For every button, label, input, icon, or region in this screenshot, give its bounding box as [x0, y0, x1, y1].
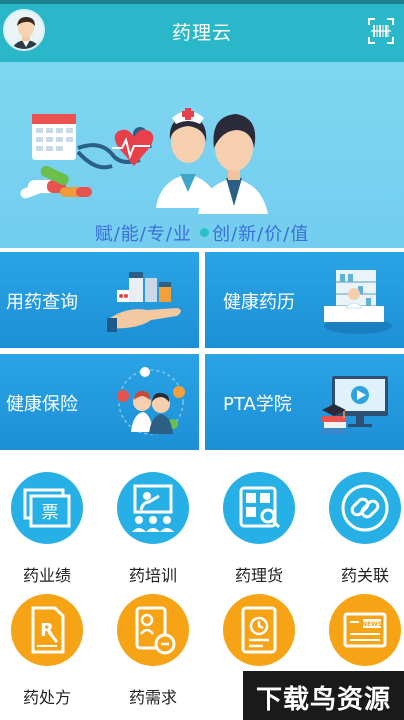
ticket-icon: 票 [23, 488, 71, 528]
tile-medication-query[interactable]: 用药查询 [0, 252, 199, 348]
tile-health-insurance[interactable]: 健康保险 [0, 354, 199, 450]
clock-document-icon [241, 606, 277, 654]
tile-label: PTA学院 [223, 394, 292, 415]
icon-circle [223, 472, 295, 544]
online-class-icon [322, 376, 388, 434]
icon-circle [117, 472, 189, 544]
tile-label: 用药查询 [6, 292, 78, 313]
grid-item-prescription[interactable]: R 药处方 [3, 582, 104, 707]
icon-circle: NEWS [329, 594, 401, 666]
promo-banner[interactable]: 赋/能/专/业 创/新/价/值 [0, 62, 404, 248]
icon-circle [117, 594, 189, 666]
tile-pta-academy[interactable]: PTA学院 [205, 354, 404, 450]
slogan-right: 创/新/价/值 [212, 224, 310, 245]
training-board-icon [132, 484, 174, 532]
icon-circle [329, 472, 401, 544]
watermark: 下载鸟资源 [243, 671, 404, 720]
calendar-icon [32, 114, 76, 160]
grid-item-inventory[interactable]: 药理货 [215, 460, 316, 585]
barcode-scan-icon[interactable] [368, 18, 394, 44]
svg-text:票: 票 [42, 503, 59, 523]
news-paper-icon: NEWS [343, 612, 387, 648]
grid-item-training[interactable]: 药培训 [109, 460, 210, 585]
grid-item-label: 药处方 [22, 688, 71, 707]
watermark-text: 下载鸟资源 [255, 685, 391, 715]
status-strip [0, 0, 404, 4]
prescription-rx-icon: R [31, 606, 65, 654]
page-title: 药理云 [171, 22, 232, 44]
demand-document-icon [135, 606, 176, 655]
health-care-team-icon [117, 367, 185, 435]
tile-label: 健康保险 [6, 394, 78, 415]
tile-label: 健康药历 [223, 292, 295, 313]
icon-circle [223, 594, 295, 666]
grid-item-association[interactable]: 药关联 [321, 460, 404, 585]
medicine-hand-icon [107, 272, 181, 332]
grid-item-label: 药需求 [128, 688, 177, 707]
doctor-figure [198, 114, 268, 214]
grid-item-demand[interactable]: 药需求 [109, 582, 210, 707]
grid-item-performance[interactable]: 票 药业绩 [3, 460, 104, 585]
pharmacy-counter-icon [324, 270, 392, 334]
slogan-left: 赋/能/专/业 [94, 224, 192, 245]
top-bar: 药理云 [0, 0, 404, 62]
app-screen: 药理云 赋/能/专/业 创/新/价/值 用药查询 健康药历 健康保险 PTA学院… [0, 0, 404, 720]
chain-link-icon [341, 484, 389, 532]
icon-circle: 票 [11, 472, 83, 544]
icon-circle: R [11, 594, 83, 666]
carousel-indicator[interactable] [200, 228, 209, 237]
shelf-search-icon [239, 486, 281, 529]
tile-health-record[interactable]: 健康药历 [205, 252, 404, 348]
svg-text:NEWS: NEWS [362, 621, 382, 628]
